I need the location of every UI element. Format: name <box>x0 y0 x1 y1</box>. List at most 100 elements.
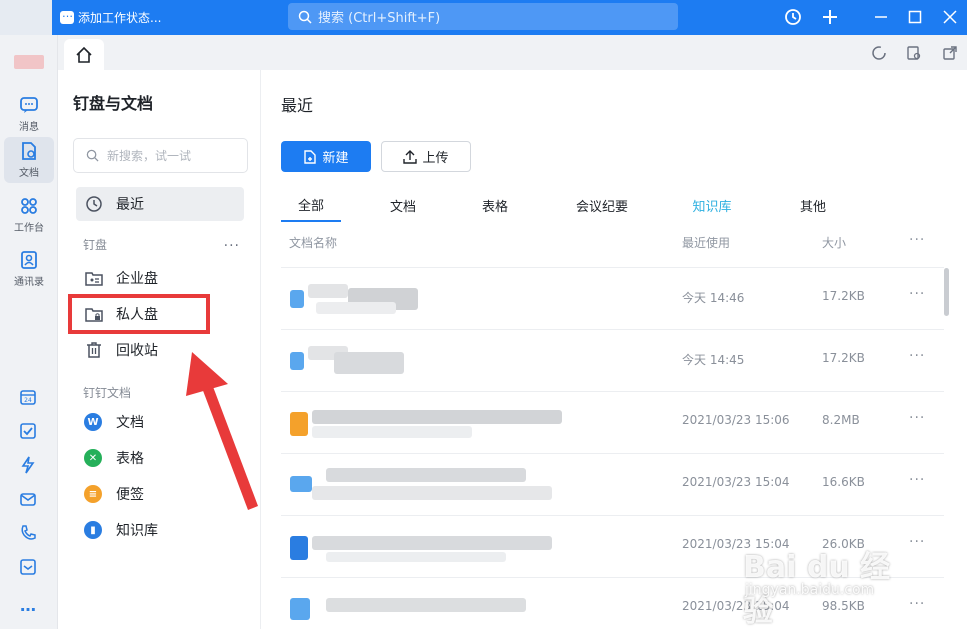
annotation-arrow <box>186 352 258 510</box>
row-more-button[interactable]: ··· <box>909 410 925 426</box>
file-size: 8.2MB <box>822 413 860 427</box>
last-used-date: 2021/03/23 15:04 <box>682 475 790 489</box>
column-date-header[interactable]: 最近使用 <box>682 234 730 251</box>
phone-icon[interactable] <box>17 522 39 544</box>
table-row[interactable]: 2021/03/23 15:06 8.2MB ··· <box>281 391 944 453</box>
more-icon[interactable]: … <box>17 594 39 616</box>
mail-icon[interactable] <box>17 488 39 510</box>
table-row[interactable]: 今天 14:45 17.2KB ··· <box>281 329 944 391</box>
grid-icon <box>21 198 37 214</box>
file-name-blurred <box>286 280 576 318</box>
file-name-blurred <box>286 590 576 628</box>
enterprise-folder-icon <box>84 268 104 288</box>
last-used-date: 2021/03/23 15:06 <box>682 413 790 427</box>
tab-knowledge-base[interactable]: 知识库 <box>677 188 747 222</box>
filter-tabs: 全部 文档 表格 会议纪要 知识库 其他 <box>281 188 946 224</box>
left-rail: 消息 文档 工作台 通讯录 24 … <box>0 35 58 629</box>
file-size: 16.6KB <box>822 475 865 489</box>
last-used-date: 今天 14:46 <box>682 291 745 305</box>
annotation-highlight-box <box>68 294 210 334</box>
tab-sheets[interactable]: 表格 <box>465 188 525 222</box>
maximize-icon[interactable] <box>904 6 926 28</box>
file-name-blurred <box>286 528 576 566</box>
chat-bubble-icon <box>60 7 74 24</box>
note-app-icon: ≡ <box>84 485 102 503</box>
last-used-date: 今天 14:45 <box>682 353 745 367</box>
doc-search-icon[interactable] <box>904 43 924 63</box>
sidebar-search-input[interactable]: 新搜索，试一试 <box>73 138 248 173</box>
table-header: 文档名称 最近使用 大小 ··· <box>281 230 951 266</box>
table-row[interactable]: 今天 14:46 17.2KB ··· <box>281 267 944 329</box>
work-status-label: 添加工作状态... <box>78 10 162 25</box>
new-button[interactable]: 新建 <box>281 141 371 172</box>
page-title: 最近 <box>281 96 314 115</box>
column-name-header[interactable]: 文档名称 <box>289 234 337 251</box>
scrollbar-thumb[interactable] <box>944 268 949 316</box>
title-bar: 添加工作状态... 搜索 (Ctrl+Shift+F) <box>0 0 967 35</box>
file-name-blurred <box>286 342 576 380</box>
work-status-button[interactable]: 添加工作状态... <box>60 6 161 28</box>
tab-all[interactable]: 全部 <box>281 188 341 222</box>
search-icon <box>298 10 312 24</box>
global-search-input[interactable]: 搜索 (Ctrl+Shift+F) <box>288 3 678 30</box>
ding-icon[interactable] <box>17 454 39 476</box>
doc-app-icon: W <box>84 413 102 431</box>
calendar-icon[interactable]: 24 <box>17 386 39 408</box>
sidebar-item-recent[interactable]: 最近 <box>76 187 244 221</box>
section-drive-label: 钉盘 <box>83 238 108 252</box>
file-name-blurred <box>286 466 576 504</box>
search-icon <box>86 149 99 162</box>
rail-label-messages: 消息 <box>19 122 39 133</box>
tab-docs[interactable]: 文档 <box>373 188 433 222</box>
close-icon[interactable] <box>939 6 961 28</box>
home-icon <box>76 46 92 63</box>
sheet-app-icon: ✕ <box>84 449 102 467</box>
drive-more-button[interactable]: ··· <box>224 238 240 254</box>
sidebar-item-label: 文档 <box>116 415 144 431</box>
file-size: 17.2KB <box>822 289 865 303</box>
table-row[interactable]: 2021/03/23 15:04 16.6KB ··· <box>281 453 944 515</box>
baidu-watermark: Bai du 经验 jingyan.baidu.com <box>743 524 918 629</box>
external-window-icon[interactable] <box>940 43 960 63</box>
rail-item-contacts[interactable]: 通讯录 <box>4 246 54 292</box>
column-size-header[interactable]: 大小 <box>822 234 846 251</box>
watermark-url: jingyan.baidu.com <box>745 582 875 598</box>
sidebar-item-enterprise-drive[interactable]: 企业盘 <box>76 261 244 295</box>
add-icon[interactable] <box>819 6 841 28</box>
message-icon <box>20 97 38 113</box>
rail-label-docs: 文档 <box>19 168 39 179</box>
home-tab[interactable] <box>64 39 104 70</box>
sidebar-item-label: 知识库 <box>116 523 158 539</box>
rail-label-contacts: 通讯录 <box>14 277 44 288</box>
sidebar-title: 钉盘与文档 <box>73 94 154 113</box>
column-more-button[interactable]: ··· <box>909 232 925 248</box>
minimize-icon[interactable] <box>870 6 892 28</box>
tab-other[interactable]: 其他 <box>783 188 843 222</box>
tab-strip <box>58 35 967 70</box>
new-button-label: 新建 <box>322 151 349 166</box>
box-icon[interactable] <box>17 556 39 578</box>
upload-button-label: 上传 <box>422 151 449 166</box>
tab-meeting-notes[interactable]: 会议纪要 <box>557 188 647 222</box>
row-more-button[interactable]: ··· <box>909 472 925 488</box>
row-more-button[interactable]: ··· <box>909 348 925 364</box>
clock-icon <box>84 194 104 214</box>
upload-button[interactable]: 上传 <box>381 141 471 172</box>
rail-item-docs[interactable]: 文档 <box>4 137 54 183</box>
row-more-button[interactable]: ··· <box>909 286 925 302</box>
refresh-icon[interactable] <box>869 43 889 63</box>
todo-icon[interactable] <box>17 420 39 442</box>
knowledge-base-app-icon: ▮ <box>84 521 102 539</box>
rail-item-messages[interactable]: 消息 <box>4 91 54 137</box>
new-doc-icon <box>304 149 317 164</box>
org-logo[interactable] <box>14 55 44 69</box>
sidebar-search-placeholder: 新搜索，试一试 <box>107 149 192 163</box>
sidebar-item-label: 最近 <box>116 197 144 213</box>
sidebar-item-label: 企业盘 <box>116 271 158 287</box>
rail-label-workbench: 工作台 <box>14 223 44 234</box>
rail-item-workbench[interactable]: 工作台 <box>4 192 54 238</box>
sidebar-item-knowledge-base[interactable]: ▮ 知识库 <box>76 513 244 547</box>
history-icon[interactable] <box>782 6 804 28</box>
user-avatar[interactable] <box>0 0 52 35</box>
file-size: 17.2KB <box>822 351 865 365</box>
